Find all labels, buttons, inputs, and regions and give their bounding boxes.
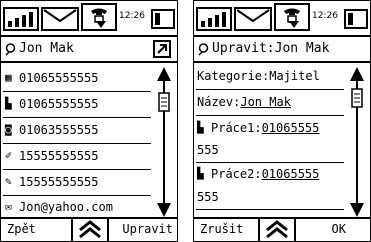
home-phone-icon: ▦ xyxy=(5,71,12,84)
clock: 12:26 xyxy=(312,11,338,21)
scrollbar[interactable] xyxy=(346,67,368,217)
work-phone-icon: ▙ xyxy=(5,97,12,110)
clock: 12:26 xyxy=(119,11,145,21)
work1-field-continuation[interactable]: 555 xyxy=(197,140,219,160)
edit-contact-screen: 12:26 Upravit:Jon Mak Kategorie:Majitel … xyxy=(193,0,371,242)
contact-person-icon xyxy=(198,43,209,56)
signal-strength-icon xyxy=(3,7,39,31)
name-field[interactable]: Název:Jon Mak xyxy=(197,92,291,112)
name-input[interactable]: Jon Mak xyxy=(240,95,291,109)
contact-person-icon xyxy=(5,43,16,56)
work-phone-icon: ▙ xyxy=(197,167,204,180)
list-item[interactable]: ▦ 01065555555 xyxy=(5,68,98,88)
work2-field-continuation[interactable]: 555 xyxy=(197,187,219,207)
mobile-phone-icon: ✐ xyxy=(5,149,12,162)
message-envelope-icon xyxy=(234,7,272,31)
cancel-button[interactable]: Zrušit xyxy=(200,222,243,236)
navigation-key[interactable] xyxy=(71,219,109,241)
softkey-bar: Zrušit OK xyxy=(194,217,370,241)
battery-icon xyxy=(344,9,368,29)
work1-field[interactable]: ▙ Práce1:01065555 xyxy=(197,118,319,138)
phone-handset-icon xyxy=(81,3,117,31)
phone-handset-icon xyxy=(274,3,310,31)
back-button[interactable]: Zpět xyxy=(7,222,36,236)
email-icon: ✉ xyxy=(5,200,12,213)
mobile-phone-2-icon: ✎ xyxy=(5,175,12,188)
ok-button[interactable]: OK xyxy=(332,222,346,236)
scrollbar[interactable] xyxy=(153,67,175,217)
list-item[interactable]: ◙ 01063555555 xyxy=(5,120,98,140)
navigation-key[interactable] xyxy=(258,219,296,241)
page-title-bar: Jon Mak xyxy=(1,35,177,63)
contact-detail-screen: 12:26 Jon Mak ▦ 01065555555 ▙ 01065555555 … xyxy=(0,0,178,242)
chevron-up-icon xyxy=(79,220,101,239)
work1-input[interactable]: 01065555 xyxy=(262,121,320,135)
list-item[interactable]: ✉ Jon@yahoo.com xyxy=(5,197,113,217)
list-item[interactable]: ▙ 01065555555 xyxy=(5,94,98,114)
status-bar: 12:26 xyxy=(1,1,177,35)
fax-icon: ◙ xyxy=(5,123,12,136)
category-field[interactable]: Kategorie:Majitel xyxy=(197,66,320,86)
list-item[interactable]: ✐ 15555555555 xyxy=(5,146,98,166)
signal-strength-icon xyxy=(196,7,232,31)
diagonal-arrow-icon xyxy=(157,44,167,54)
edit-button[interactable]: Upravit xyxy=(122,222,173,236)
work-phone-icon: ▙ xyxy=(197,121,204,134)
expand-view-button[interactable] xyxy=(153,40,171,58)
status-bar: 12:26 xyxy=(194,1,370,35)
page-title-bar: Upravit:Jon Mak xyxy=(194,35,370,63)
list-item[interactable]: ✎ 15555555555 xyxy=(5,172,98,192)
battery-icon xyxy=(151,9,175,29)
chevron-up-icon xyxy=(266,220,288,239)
message-envelope-icon xyxy=(41,7,79,31)
work2-field[interactable]: ▙ Práce2:01065555 xyxy=(197,164,319,184)
softkey-bar: Zpět Upravit xyxy=(1,217,177,241)
edit-title: Upravit:Jon Mak xyxy=(212,41,330,56)
work2-input[interactable]: 01065555 xyxy=(262,167,320,181)
contact-name-title: Jon Mak xyxy=(19,41,74,56)
